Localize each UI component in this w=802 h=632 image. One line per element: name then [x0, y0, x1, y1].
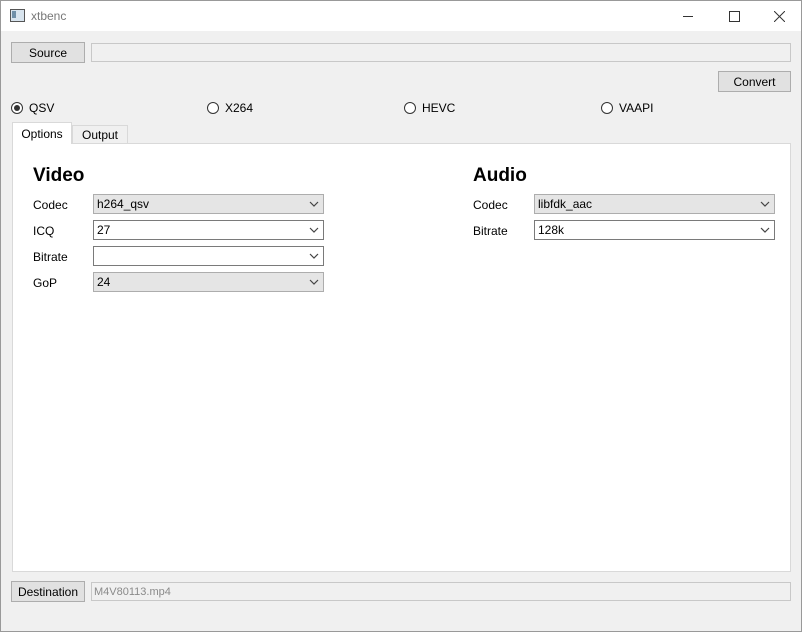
source-path-field[interactable] — [91, 43, 791, 62]
chevron-down-icon — [309, 227, 319, 233]
video-gop-label: GoP — [33, 276, 58, 290]
radio-label: QSV — [29, 101, 55, 115]
chevron-down-icon — [760, 201, 770, 207]
app-icon — [10, 9, 25, 22]
tab-output[interactable]: Output — [72, 125, 128, 144]
radio-indicator — [601, 102, 613, 114]
video-gop-value: 24 — [97, 275, 111, 289]
chevron-down-icon — [309, 279, 319, 285]
video-bitrate-select[interactable] — [93, 246, 324, 266]
radio-label: VAAPI — [619, 101, 654, 115]
radio-qsv[interactable]: QSV — [11, 100, 54, 116]
close-icon — [773, 10, 785, 22]
audio-bitrate-select[interactable]: 128k — [534, 220, 775, 240]
chevron-down-icon — [309, 201, 319, 207]
options-panel: Video Codec h264_qsv ICQ 27 Bitrate GoP … — [12, 143, 791, 572]
video-gop-select[interactable]: 24 — [93, 272, 324, 292]
video-icq-value: 27 — [97, 223, 111, 237]
radio-label: HEVC — [422, 101, 456, 115]
tab-options[interactable]: Options — [12, 122, 72, 144]
radio-indicator — [207, 102, 219, 114]
minimize-icon — [683, 16, 693, 17]
video-codec-select[interactable]: h264_qsv — [93, 194, 324, 214]
radio-label: X264 — [225, 101, 254, 115]
radio-indicator — [11, 102, 23, 114]
video-codec-label: Codec — [33, 198, 68, 212]
minimize-button[interactable] — [665, 1, 711, 31]
maximize-button[interactable] — [711, 1, 757, 31]
title-bar: xtbenc — [1, 1, 801, 31]
video-icq-select[interactable]: 27 — [93, 220, 324, 240]
audio-bitrate-value: 128k — [538, 223, 565, 237]
radio-hevc[interactable]: HEVC — [404, 100, 455, 116]
video-bitrate-label: Bitrate — [33, 250, 68, 264]
audio-codec-value: libfdk_aac — [538, 197, 593, 211]
main-window: xtbenc Source Convert QSV X264 HEVC VAAP… — [0, 0, 802, 632]
audio-codec-select[interactable]: libfdk_aac — [534, 194, 775, 214]
convert-button[interactable]: Convert — [718, 71, 791, 92]
close-button[interactable] — [756, 1, 802, 31]
video-icq-label: ICQ — [33, 224, 55, 238]
radio-vaapi[interactable]: VAAPI — [601, 100, 653, 116]
destination-path-field[interactable]: M4V80113.mp4 — [91, 582, 791, 601]
radio-indicator — [404, 102, 416, 114]
radio-x264[interactable]: X264 — [207, 100, 253, 116]
chevron-down-icon — [760, 227, 770, 233]
audio-heading: Audio — [473, 165, 527, 186]
audio-bitrate-label: Bitrate — [473, 224, 508, 238]
window-title: xtbenc — [31, 9, 67, 23]
video-codec-value: h264_qsv — [97, 197, 150, 211]
source-button[interactable]: Source — [11, 42, 85, 63]
chevron-down-icon — [309, 253, 319, 259]
destination-button[interactable]: Destination — [11, 581, 85, 602]
video-heading: Video — [33, 165, 85, 186]
maximize-icon — [728, 10, 740, 22]
audio-codec-label: Codec — [473, 198, 508, 212]
